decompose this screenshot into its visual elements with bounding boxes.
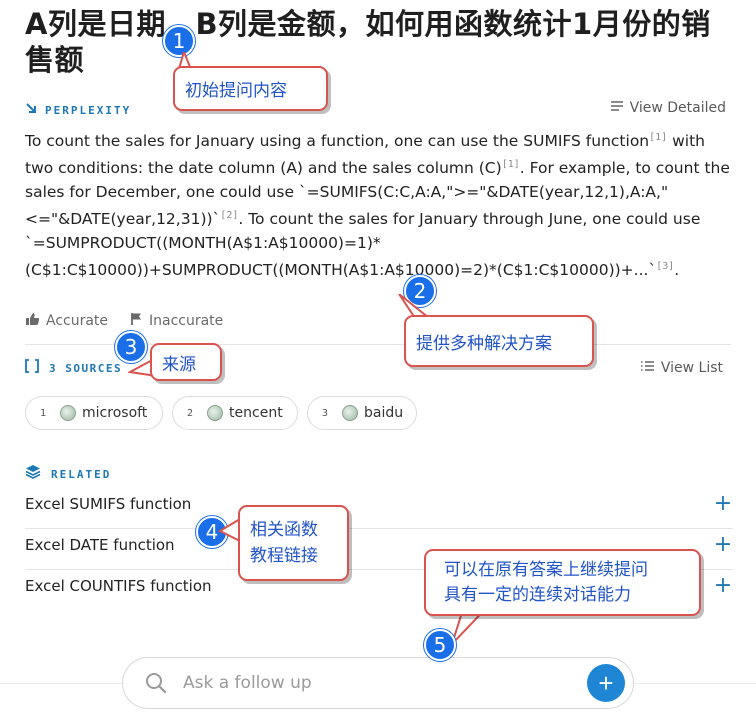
page-title: A列是日期，B列是金额，如何用函数统计1月份的销售额	[25, 7, 711, 77]
annotation-text: 初始提问内容	[185, 81, 287, 101]
sources-label: 3 SOURCES	[49, 362, 123, 375]
plus-icon[interactable]: +	[713, 534, 733, 556]
follow-up-bar: +	[122, 657, 634, 709]
plus-icon[interactable]: +	[713, 575, 733, 597]
citation[interactable]: [2]	[220, 210, 238, 221]
annotation-text: 相关函数	[250, 520, 318, 540]
answer-text: To count the sales for January using a f…	[25, 126, 737, 282]
related-header: RELATED	[25, 464, 111, 484]
related-item-label: Excel DATE function	[25, 536, 175, 554]
source-chip[interactable]: 2 tencent	[172, 396, 298, 430]
answer-part: To count the sales for January using a f…	[25, 132, 650, 150]
related-item-label: Excel SUMIFS function	[25, 495, 192, 513]
annotation-text: 来源	[162, 354, 196, 375]
accurate-button[interactable]: Accurate	[25, 312, 108, 330]
annotation-callout: 提供多种解决方案	[404, 315, 594, 367]
list-icon	[640, 360, 655, 376]
inaccurate-button[interactable]: Inaccurate	[130, 312, 223, 330]
view-list-button[interactable]: View List	[640, 360, 723, 376]
citation[interactable]: [1]	[502, 159, 520, 170]
flag-icon	[130, 312, 143, 330]
citation[interactable]: [1]	[649, 132, 667, 143]
thumbs-up-icon	[25, 312, 40, 330]
sources-header: 3 SOURCES	[25, 359, 122, 378]
brackets-icon	[25, 359, 39, 378]
follow-up-input[interactable]	[181, 672, 587, 694]
annotation-callout: 可以在原有答案上继续提问 具有一定的连续对话能力	[424, 549, 701, 616]
source-number: 2	[187, 407, 194, 419]
annotation-callout: 初始提问内容	[173, 66, 328, 111]
source-name: microsoft	[82, 405, 148, 421]
lines-icon	[610, 100, 624, 116]
accurate-label: Accurate	[46, 313, 109, 329]
annotation-text: 可以在原有答案上继续提问	[444, 559, 648, 580]
plus-icon: +	[598, 668, 614, 698]
submit-button[interactable]: +	[587, 664, 625, 702]
view-list-label: View List	[660, 360, 723, 376]
related-item[interactable]: Excel SUMIFS function +	[25, 484, 733, 524]
annotation-text: 提供多种解决方案	[416, 333, 552, 354]
related-label: RELATED	[51, 467, 112, 481]
answer-source-header: PERPLEXITY	[25, 101, 131, 119]
annotation-text: 具有一定的连续对话能力	[444, 584, 631, 605]
answer-part: .	[674, 261, 680, 279]
search-icon	[145, 672, 167, 694]
layers-icon	[25, 464, 41, 484]
source-name: tencent	[229, 405, 283, 421]
view-detailed-label: View Detailed	[629, 100, 726, 116]
annotation-badge: 5	[424, 629, 456, 661]
citation[interactable]: [3]	[656, 261, 674, 272]
inaccurate-label: Inaccurate	[149, 313, 224, 329]
view-detailed-button[interactable]: View Detailed	[610, 100, 726, 116]
annotation-callout: 来源	[150, 343, 222, 381]
source-name: baidu	[364, 405, 404, 421]
source-chip[interactable]: 3 baidu	[307, 396, 417, 430]
brand-label: PERPLEXITY	[45, 103, 132, 117]
annotation-text: 教程链接	[250, 546, 318, 566]
source-number: 3	[322, 407, 329, 419]
annotation-callout: 相关函数 教程链接	[238, 505, 349, 581]
site-icon	[342, 405, 359, 421]
plus-icon[interactable]: +	[713, 493, 733, 515]
source-number: 1	[40, 407, 47, 419]
site-icon	[207, 405, 224, 421]
source-chips: 1 microsoft 2 tencent 3 baidu	[25, 396, 417, 430]
site-icon	[60, 405, 77, 421]
source-chip[interactable]: 1 microsoft	[25, 396, 163, 430]
arrow-down-right-icon	[25, 101, 37, 119]
related-item-label: Excel COUNTIFS function	[25, 577, 212, 595]
